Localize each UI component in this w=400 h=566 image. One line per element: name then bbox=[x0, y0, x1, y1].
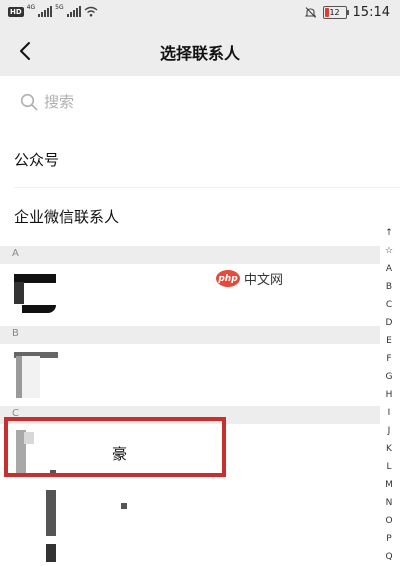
wecom-contacts-label: 企业微信联系人 bbox=[14, 208, 120, 226]
divider bbox=[14, 187, 400, 188]
search-icon bbox=[20, 93, 38, 111]
index-letter[interactable]: ☆ bbox=[378, 242, 400, 260]
index-letter[interactable]: G bbox=[378, 368, 400, 386]
nav-bar: 选择联系人 bbox=[0, 26, 400, 76]
index-letter[interactable]: C bbox=[378, 296, 400, 314]
avatar bbox=[14, 352, 58, 398]
index-letter[interactable]: F bbox=[378, 350, 400, 368]
index-letter[interactable]: I bbox=[378, 404, 400, 422]
index-letter[interactable]: A bbox=[378, 260, 400, 278]
contact-row[interactable] bbox=[0, 484, 400, 562]
index-letter[interactable]: Q bbox=[378, 548, 400, 566]
search-bar[interactable] bbox=[0, 76, 400, 128]
official-accounts-item[interactable]: 公众号 bbox=[0, 135, 400, 185]
status-bar: HD 4G 5G 12 15:14 bbox=[0, 0, 400, 26]
index-letter[interactable]: E bbox=[378, 332, 400, 350]
avatar bbox=[40, 544, 62, 562]
index-letter[interactable]: N bbox=[378, 494, 400, 512]
watermark-text: 中文网 bbox=[244, 273, 284, 288]
contact-row[interactable] bbox=[0, 264, 400, 322]
page-title: 选择联系人 bbox=[159, 44, 240, 63]
wecom-contacts-item[interactable]: 企业微信联系人 bbox=[0, 190, 400, 242]
status-time: 15:14 bbox=[352, 5, 390, 20]
wifi-icon bbox=[84, 6, 98, 17]
network-label-1: 4G bbox=[26, 4, 36, 11]
index-letter[interactable]: J bbox=[378, 422, 400, 440]
avatar bbox=[14, 272, 56, 314]
contact-avatar-fragment bbox=[121, 503, 127, 509]
index-letter[interactable]: K bbox=[378, 440, 400, 458]
avatar bbox=[40, 490, 62, 536]
index-letter[interactable]: ↑ bbox=[378, 224, 400, 242]
index-letter[interactable]: P bbox=[378, 530, 400, 548]
network-label-2: 5G bbox=[55, 4, 64, 11]
battery-icon: 12 bbox=[322, 6, 349, 19]
section-header-a: A bbox=[0, 246, 380, 264]
battery-level: 12 bbox=[329, 8, 340, 17]
status-left: HD 4G 5G bbox=[8, 4, 98, 17]
search-input[interactable] bbox=[44, 90, 344, 114]
hd-badge: HD bbox=[8, 6, 24, 17]
index-letter[interactable]: O bbox=[378, 512, 400, 530]
mute-icon bbox=[304, 7, 316, 18]
signal-icon-2 bbox=[66, 6, 81, 17]
status-right: 12 15:14 bbox=[304, 5, 390, 20]
official-accounts-label: 公众号 bbox=[14, 151, 60, 169]
signal-icon bbox=[38, 6, 53, 17]
highlight-box bbox=[4, 417, 226, 477]
contact-row[interactable] bbox=[0, 344, 400, 404]
alphabet-index[interactable]: ↑ ☆ A B C D E F G H I J K L M N O P Q bbox=[378, 224, 400, 562]
index-letter[interactable]: M bbox=[378, 476, 400, 494]
index-letter[interactable]: L bbox=[378, 458, 400, 476]
site-watermark: php 中文网 bbox=[216, 269, 283, 288]
watermark-logo: php bbox=[216, 270, 240, 287]
index-letter[interactable]: D bbox=[378, 314, 400, 332]
index-letter[interactable]: B bbox=[378, 278, 400, 296]
section-header-b: B bbox=[0, 326, 380, 344]
section-letter-a: A bbox=[12, 248, 19, 259]
index-letter[interactable]: H bbox=[378, 386, 400, 404]
section-letter-b: B bbox=[12, 328, 19, 339]
